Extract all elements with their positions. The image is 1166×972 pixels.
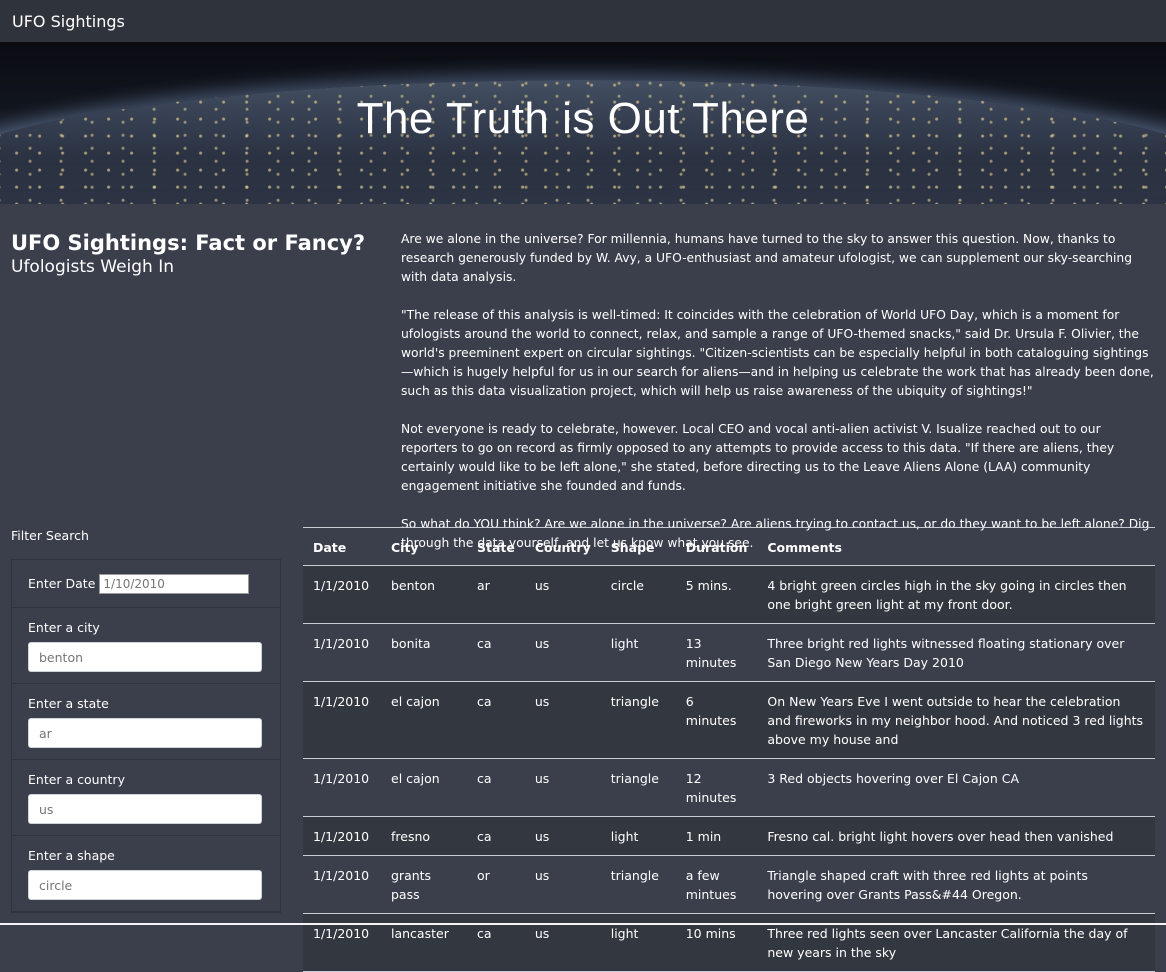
cell-state: ca <box>467 817 525 856</box>
article-body: Are we alone in the universe? For millen… <box>401 230 1159 572</box>
cell-date: 1/1/2010 <box>303 624 381 682</box>
article-paragraph: "The release of this analysis is well-ti… <box>401 306 1159 401</box>
filter-date: Enter Date <box>12 560 280 608</box>
cell-state: ca <box>467 624 525 682</box>
cell-country: us <box>525 759 601 817</box>
state-label: Enter a state <box>28 696 264 711</box>
cell-shape: light <box>601 817 676 856</box>
ufo-table: Date City State Country Shape Duration C… <box>303 527 1155 972</box>
cell-duration: a few mintues <box>676 856 758 914</box>
cell-city: fresno <box>381 817 467 856</box>
cell-city: bonita <box>381 624 467 682</box>
cell-comments: 4 bright green circles high in the sky g… <box>757 566 1155 624</box>
cell-date: 1/1/2010 <box>303 682 381 759</box>
shape-label: Enter a shape <box>28 848 264 863</box>
table-row: 1/1/2010 el cajon ca us triangle 12 minu… <box>303 759 1155 817</box>
header-shape: Shape <box>601 528 676 566</box>
cell-country: us <box>525 624 601 682</box>
cell-comments: Fresno cal. bright light hovers over hea… <box>757 817 1155 856</box>
table-row: 1/1/2010 benton ar us circle 5 mins. 4 b… <box>303 566 1155 624</box>
cell-duration: 6 minutes <box>676 682 758 759</box>
navbar: UFO Sightings <box>0 0 1166 42</box>
header-state: State <box>467 528 525 566</box>
hero-banner: The Truth is Out There <box>0 42 1166 204</box>
filter-panel: Enter Date Enter a city Enter a state En… <box>11 559 281 913</box>
cell-comments: 3 Red objects hovering over El Cajon CA <box>757 759 1155 817</box>
table-row: 1/1/2010 bonita ca us light 13 minutes T… <box>303 624 1155 682</box>
country-label: Enter a country <box>28 772 264 787</box>
cell-date: 1/1/2010 <box>303 856 381 914</box>
cell-state: ar <box>467 566 525 624</box>
state-input[interactable] <box>28 718 262 748</box>
cell-date: 1/1/2010 <box>303 759 381 817</box>
filter-search-heading: Filter Search <box>11 528 89 543</box>
navbar-brand[interactable]: UFO Sightings <box>12 12 125 31</box>
filter-state: Enter a state <box>12 684 280 760</box>
table-row: 1/1/2010 el cajon ca us triangle 6 minut… <box>303 682 1155 759</box>
cell-shape: triangle <box>601 856 676 914</box>
filter-shape: Enter a shape <box>12 836 280 912</box>
cell-date: 1/1/2010 <box>303 566 381 624</box>
cell-state: ca <box>467 759 525 817</box>
article-subtitle: Ufologists Weigh In <box>11 256 371 279</box>
hero-title: The Truth is Out There <box>0 94 1166 144</box>
cell-city: benton <box>381 566 467 624</box>
table-row: 1/1/2010 fresno ca us light 1 min Fresno… <box>303 817 1155 856</box>
header-date: Date <box>303 528 381 566</box>
cell-state: or <box>467 856 525 914</box>
article-paragraph: Not everyone is ready to celebrate, howe… <box>401 420 1159 496</box>
cell-state: ca <box>467 682 525 759</box>
article-title: UFO Sightings: Fact or Fancy? <box>11 230 371 256</box>
header-duration: Duration <box>676 528 758 566</box>
cell-shape: circle <box>601 566 676 624</box>
cell-shape: triangle <box>601 759 676 817</box>
header-comments: Comments <box>757 528 1155 566</box>
ufo-table-container: Date City State Country Shape Duration C… <box>303 527 1155 972</box>
cell-duration: 12 minutes <box>676 759 758 817</box>
cell-city: grants pass <box>381 856 467 914</box>
city-input[interactable] <box>28 642 262 672</box>
cell-comments: Three bright red lights witnessed floati… <box>757 624 1155 682</box>
cell-city: el cajon <box>381 682 467 759</box>
header-country: Country <box>525 528 601 566</box>
city-label: Enter a city <box>28 620 264 635</box>
article-paragraph: Are we alone in the universe? For millen… <box>401 230 1159 287</box>
filter-country: Enter a country <box>12 760 280 836</box>
header-city: City <box>381 528 467 566</box>
cell-duration: 5 mins. <box>676 566 758 624</box>
cell-duration: 13 minutes <box>676 624 758 682</box>
intro-section: UFO Sightings: Fact or Fancy? Ufologists… <box>0 204 1166 524</box>
cell-shape: triangle <box>601 682 676 759</box>
cell-date: 1/1/2010 <box>303 817 381 856</box>
cell-country: us <box>525 817 601 856</box>
cell-comments: Triangle shaped craft with three red lig… <box>757 856 1155 914</box>
intro-heading-block: UFO Sightings: Fact or Fancy? Ufologists… <box>11 230 371 279</box>
cell-duration: 1 min <box>676 817 758 856</box>
table-header-row: Date City State Country Shape Duration C… <box>303 528 1155 566</box>
cell-city: el cajon <box>381 759 467 817</box>
cell-comments: On New Years Eve I went outside to hear … <box>757 682 1155 759</box>
cell-country: us <box>525 856 601 914</box>
date-label: Enter Date <box>28 576 95 591</box>
shape-input[interactable] <box>28 870 262 900</box>
table-row: 1/1/2010 grants pass or us triangle a fe… <box>303 856 1155 914</box>
filter-city: Enter a city <box>12 608 280 684</box>
date-input[interactable] <box>99 574 249 594</box>
cell-country: us <box>525 566 601 624</box>
cell-shape: light <box>601 624 676 682</box>
cell-country: us <box>525 682 601 759</box>
country-input[interactable] <box>28 794 262 824</box>
